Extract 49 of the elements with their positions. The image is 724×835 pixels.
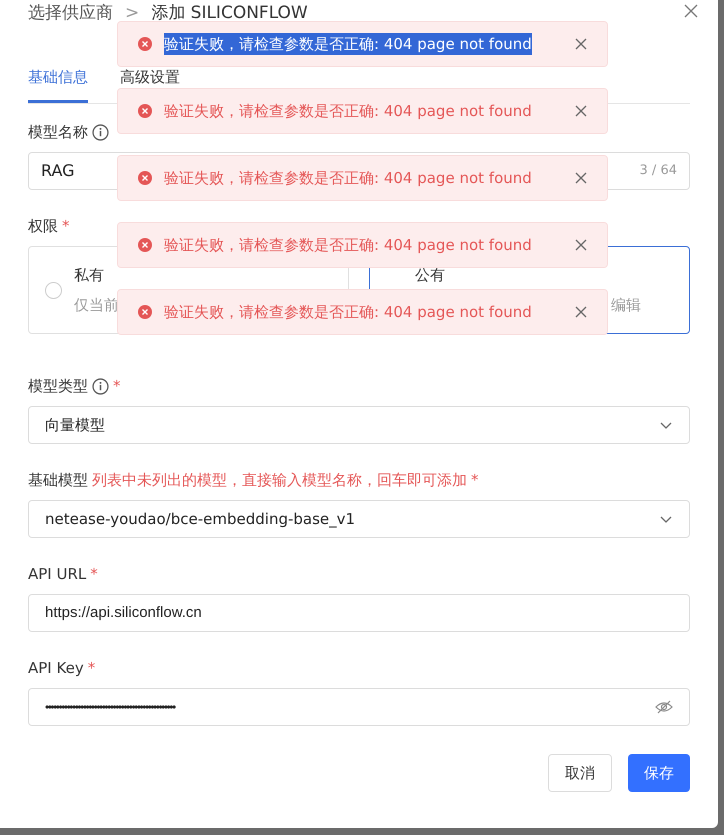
- eye-slash-icon[interactable]: [655, 699, 673, 715]
- breadcrumb-link[interactable]: 选择供应商: [28, 5, 113, 22]
- info-icon: [92, 378, 109, 394]
- field-label: API Key: [28, 658, 84, 679]
- breadcrumb-current: 添加 SILICONFLOW: [151, 5, 308, 22]
- error-icon: [138, 171, 152, 185]
- required-mark: *: [62, 216, 70, 237]
- field-label: 模型名称: [28, 122, 88, 143]
- required-mark: *: [471, 470, 478, 491]
- breadcrumb-separator: >: [125, 5, 140, 22]
- close-icon[interactable]: [575, 38, 587, 50]
- api-url-field[interactable]: https://api.siliconflow.cn: [28, 594, 690, 632]
- close-icon[interactable]: [575, 172, 587, 184]
- toast-message: 验证失败，请检查参数是否正确: 404 page not found: [164, 234, 532, 256]
- field-label: 基础模型: [28, 470, 88, 491]
- toast-message: 验证失败，请检查参数是否正确: 404 page not found: [164, 32, 532, 56]
- toast-message: 验证失败，请检查参数是否正确: 404 page not found: [164, 302, 532, 323]
- model-type-select[interactable]: 向量模型: [28, 406, 690, 444]
- field-label: 模型类型: [28, 376, 88, 397]
- error-icon: [138, 37, 152, 51]
- error-icon: [138, 305, 152, 319]
- toast-message: 验证失败，请检查参数是否正确: 404 page not found: [164, 168, 532, 189]
- tab[interactable]: 基础信息: [28, 68, 88, 103]
- save-button[interactable]: 保存: [628, 754, 690, 792]
- close-icon[interactable]: [575, 239, 587, 251]
- toast-message: 验证失败，请检查参数是否正确: 404 page not found: [164, 100, 532, 122]
- option-title: 公有: [415, 264, 445, 286]
- field-value: RAG: [41, 160, 75, 182]
- error-icon: [138, 104, 152, 118]
- close-icon[interactable]: [684, 4, 698, 18]
- required-mark: *: [113, 376, 120, 397]
- option-description: 编辑: [611, 295, 641, 316]
- option-description: 仅当前: [74, 295, 119, 316]
- field-hint: 列表中未列出的模型，直接输入模型名称，回车即可添加: [92, 470, 467, 491]
- close-icon[interactable]: [575, 105, 587, 117]
- field-label: 权限: [28, 216, 58, 237]
- cancel-button[interactable]: 取消: [548, 754, 612, 792]
- required-mark: *: [88, 658, 96, 679]
- required-mark: *: [90, 564, 98, 585]
- field-label: API URL: [28, 564, 86, 585]
- radio-button[interactable]: [45, 282, 62, 298]
- api-key-field[interactable]: ••••••••••••••••••••••••••••••••••••••••••••••••: [28, 688, 690, 726]
- error-icon: [138, 238, 152, 252]
- option-title: 私有: [74, 264, 104, 286]
- character-counter: 3 / 64: [640, 162, 677, 180]
- tab[interactable]: 高级设置: [120, 68, 180, 103]
- close-icon[interactable]: [575, 306, 587, 318]
- base-model-select[interactable]: netease-youdao/bce-embedding-base_v1: [28, 500, 690, 538]
- info-icon: [92, 124, 109, 140]
